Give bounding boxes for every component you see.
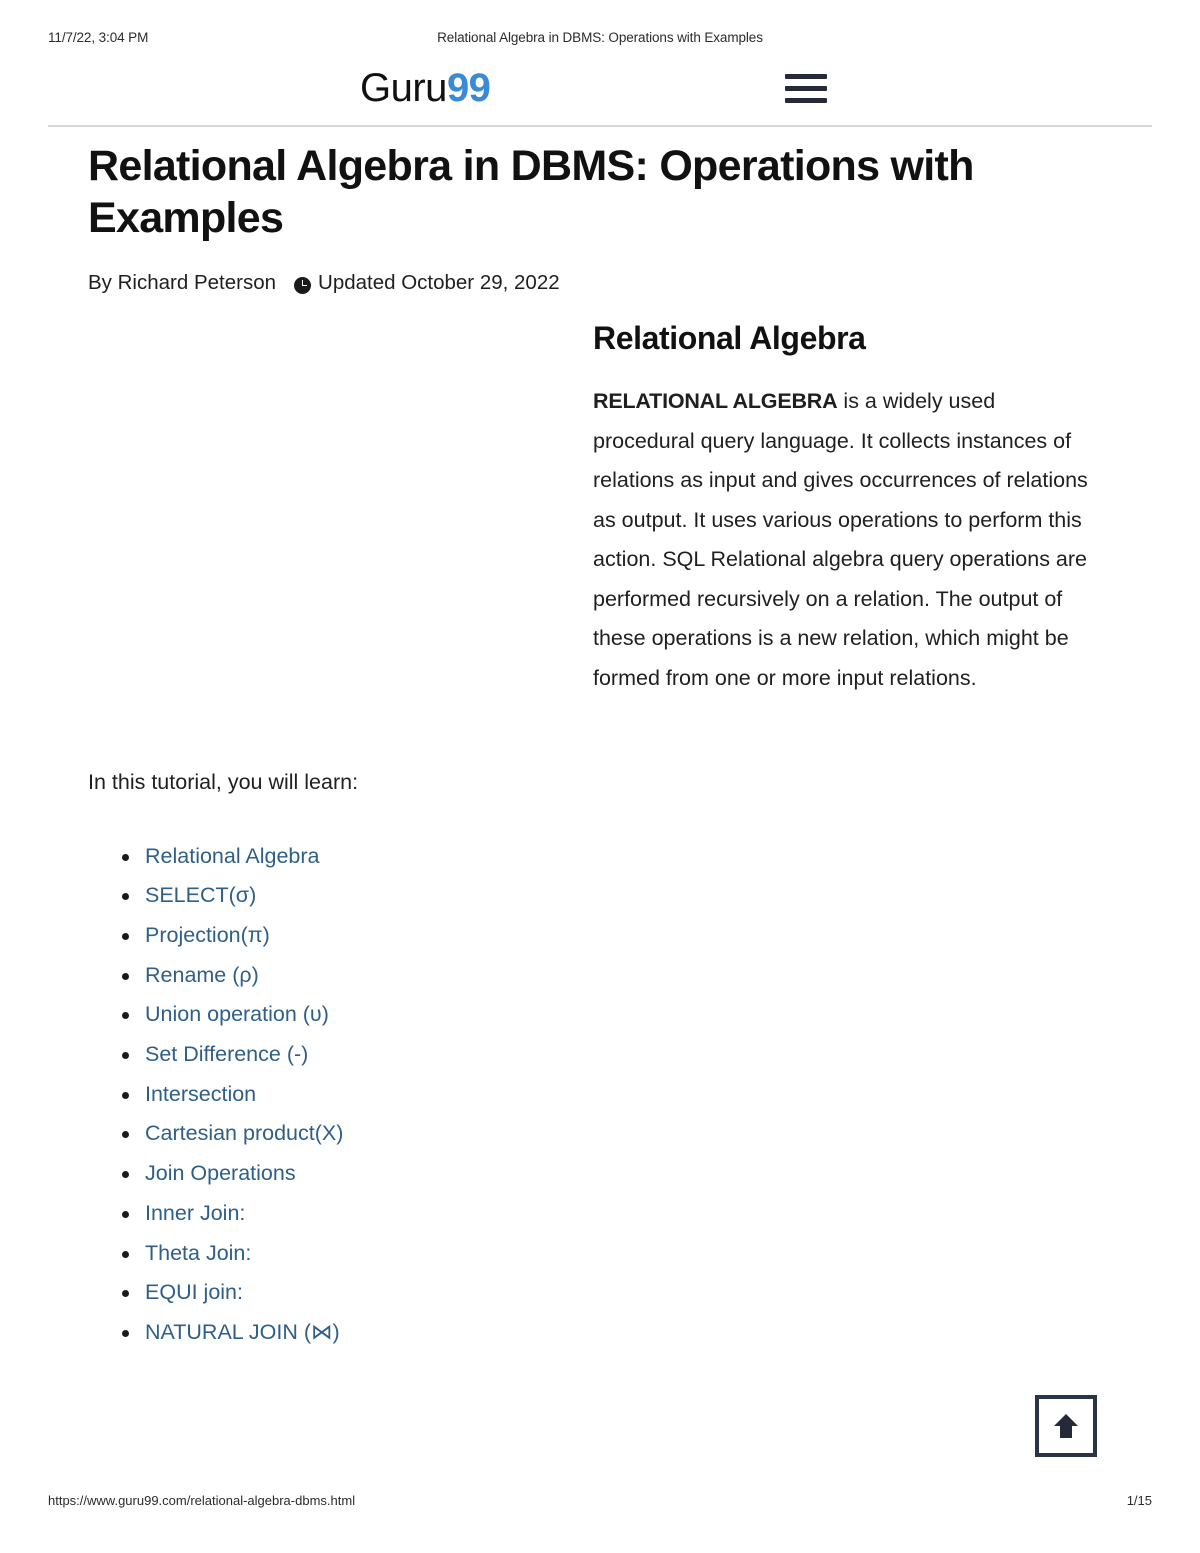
- list-item[interactable]: Relational Algebra: [122, 837, 1102, 877]
- toc-link[interactable]: SELECT(σ): [145, 883, 256, 907]
- list-item[interactable]: Set Difference (-): [122, 1035, 1102, 1075]
- list-item[interactable]: Projection(π): [122, 916, 1102, 956]
- article: Relational Algebra in DBMS: Operations w…: [88, 140, 1102, 1353]
- toc-link[interactable]: Theta Join:: [145, 1241, 251, 1265]
- list-item[interactable]: SELECT(σ): [122, 876, 1102, 916]
- toc-link[interactable]: Union operation (υ): [145, 1002, 329, 1026]
- toc-link[interactable]: Projection(π): [145, 923, 270, 947]
- list-item[interactable]: Inner Join:: [122, 1194, 1102, 1234]
- header-divider: [48, 125, 1152, 127]
- toc-link[interactable]: Join Operations: [145, 1161, 296, 1185]
- page-title: Relational Algebra in DBMS: Operations w…: [88, 142, 974, 242]
- print-header-title: Relational Algebra in DBMS: Operations w…: [437, 30, 763, 45]
- toc-link[interactable]: Inner Join:: [145, 1201, 245, 1225]
- toc-link[interactable]: Relational Algebra: [145, 844, 320, 868]
- intro-paragraph-text: is a widely used procedural query langua…: [593, 389, 1088, 690]
- hamburger-bar-1: [785, 74, 827, 79]
- arrow-up-icon: [1054, 1414, 1078, 1438]
- byline-author: By Richard Peterson: [88, 271, 277, 294]
- print-header: 11/7/22, 3:04 PM Relational Algebra in D…: [0, 30, 1200, 50]
- scroll-to-top-button[interactable]: [1035, 1395, 1097, 1457]
- toc-link[interactable]: EQUI join:: [145, 1280, 243, 1304]
- list-item[interactable]: EQUI join:: [122, 1273, 1102, 1313]
- site-header: Guru99: [48, 64, 1152, 126]
- hamburger-bar-3: [785, 98, 827, 103]
- logo-text-accent: 99: [446, 66, 491, 110]
- logo-text-primary: Guru: [360, 66, 447, 110]
- byline: By Richard Peterson Updated October 29, …: [88, 270, 1102, 296]
- tutorial-lead: In this tutorial, you will learn:: [88, 770, 359, 794]
- print-footer-page: 1/15: [1126, 1493, 1152, 1508]
- toc-link[interactable]: Set Difference (-): [145, 1042, 308, 1066]
- site-logo[interactable]: Guru99: [360, 64, 491, 112]
- intro-bold-term: RELATIONAL ALGEBRA: [593, 389, 838, 413]
- table-of-contents: Relational Algebra SELECT(σ) Projection(…: [88, 837, 1102, 1353]
- list-item[interactable]: Join Operations: [122, 1154, 1102, 1194]
- hamburger-bar-2: [785, 86, 827, 91]
- list-item[interactable]: NATURAL JOIN (⋈): [122, 1313, 1102, 1353]
- article-body: Relational Algebra RELATIONAL ALGEBRA is…: [88, 318, 1102, 1353]
- byline-updated: Updated October 29, 2022: [318, 271, 560, 294]
- list-item[interactable]: Intersection: [122, 1075, 1102, 1115]
- clock-icon: [294, 276, 312, 294]
- toc-link[interactable]: Cartesian product(X): [145, 1121, 343, 1145]
- toc-link[interactable]: Rename (ρ): [145, 963, 259, 987]
- media-placeholder: [88, 318, 593, 763]
- print-footer-url: https://www.guru99.com/relational-algebr…: [48, 1493, 356, 1508]
- list-item[interactable]: Cartesian product(X): [122, 1114, 1102, 1154]
- list-item[interactable]: Theta Join:: [122, 1234, 1102, 1274]
- toc-link[interactable]: NATURAL JOIN (⋈): [145, 1320, 340, 1344]
- toc-link[interactable]: Intersection: [145, 1082, 256, 1106]
- list-item[interactable]: Union operation (υ): [122, 995, 1102, 1035]
- list-item[interactable]: Rename (ρ): [122, 956, 1102, 996]
- print-footer: https://www.guru99.com/relational-algebr…: [0, 1493, 1200, 1513]
- hamburger-icon[interactable]: [785, 74, 827, 104]
